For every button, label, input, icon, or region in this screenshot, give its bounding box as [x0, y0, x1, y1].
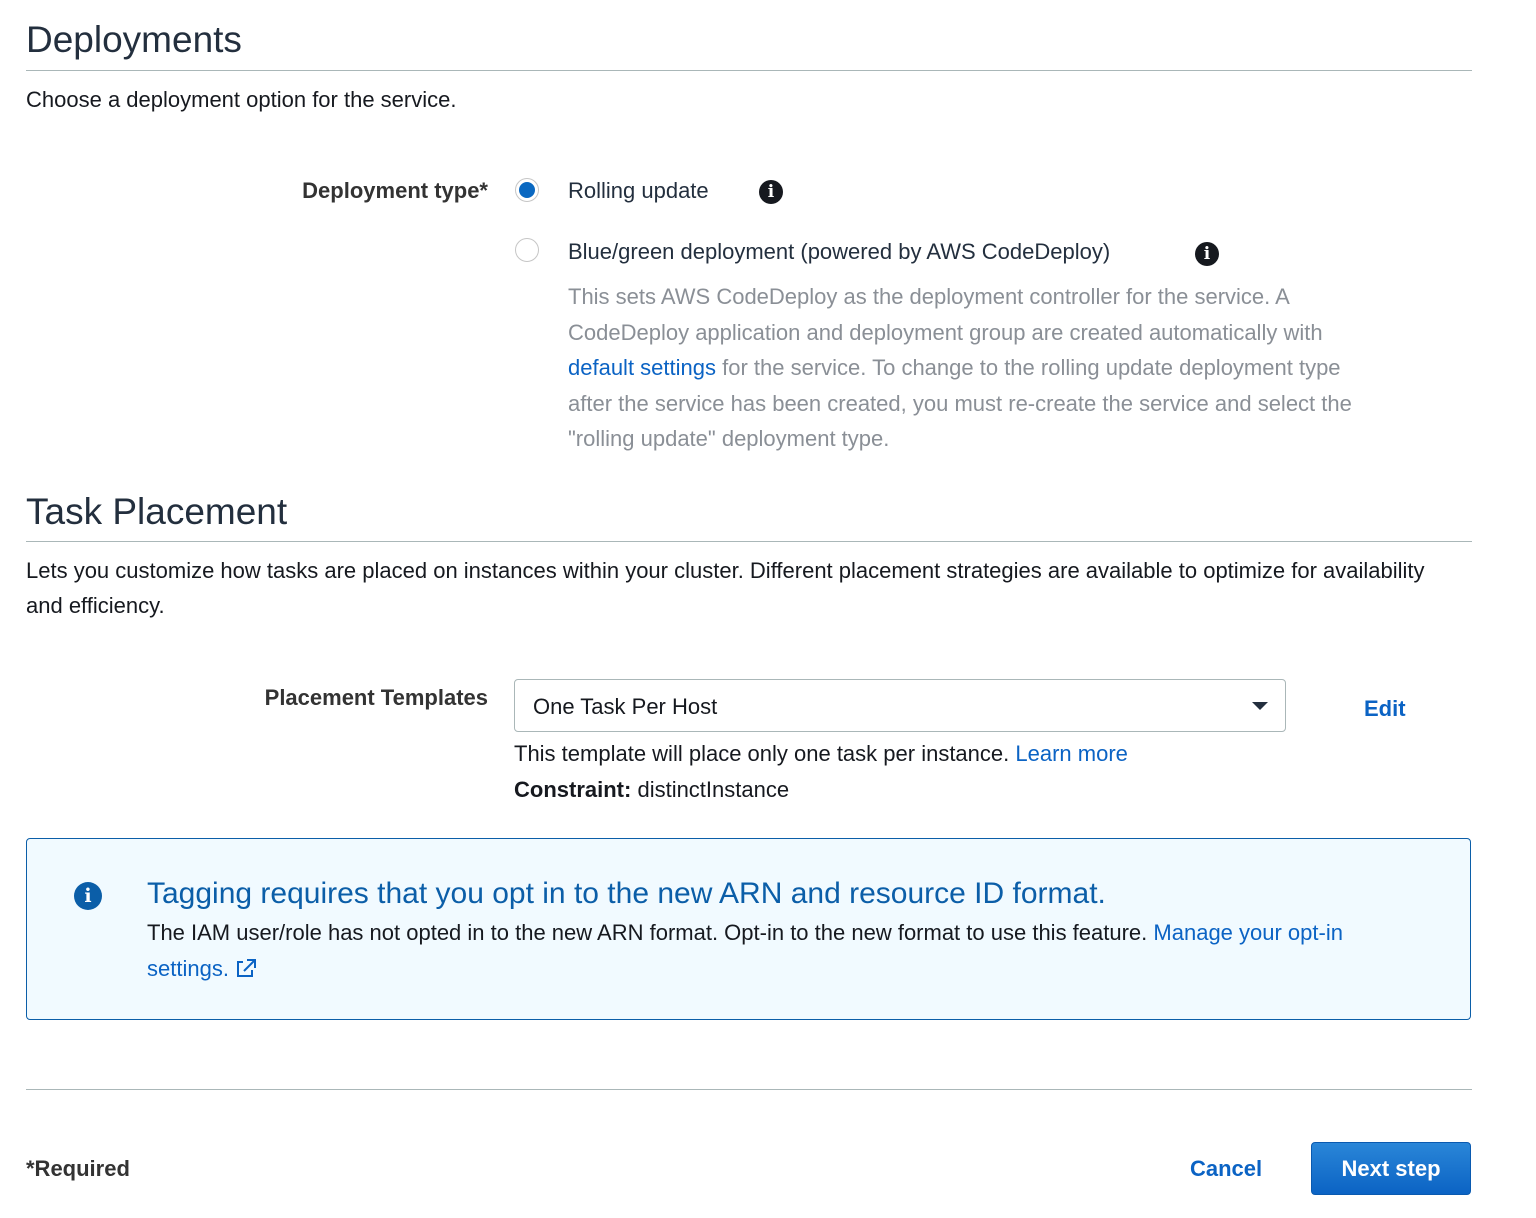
deployments-divider [26, 70, 1472, 71]
constraint-label: Constraint: [514, 777, 632, 802]
edit-placement-link[interactable]: Edit [1364, 696, 1406, 722]
task-placement-description: Lets you customize how tasks are placed … [26, 558, 1425, 618]
cancel-button[interactable]: Cancel [1190, 1156, 1262, 1182]
external-link-icon[interactable] [235, 958, 257, 978]
info-alert-body: The IAM user/role has not opted in to th… [147, 915, 1417, 987]
blue-green-radio[interactable] [515, 238, 539, 262]
constraint-line: Constraint: distinctInstance [514, 777, 789, 803]
deployments-heading: Deployments [26, 19, 242, 60]
task-placement-divider [26, 541, 1472, 542]
deployments-description: Choose a deployment option for the servi… [26, 87, 457, 112]
placement-template-select[interactable]: One Task Per Host [514, 679, 1286, 732]
blue-green-info-icon[interactable]: i [1195, 242, 1219, 266]
footer-divider [26, 1089, 1472, 1090]
template-help-text: This template will place only one task p… [514, 741, 1128, 767]
tagging-info-alert: i Tagging requires that you opt in to th… [26, 838, 1471, 1020]
rolling-update-info-icon[interactable]: i [759, 180, 783, 204]
rolling-update-label[interactable]: Rolling update [568, 178, 709, 204]
default-settings-link[interactable]: default settings [568, 355, 716, 380]
task-placement-heading: Task Placement [26, 491, 288, 532]
blue-green-help-text: This sets AWS CodeDeploy as the deployme… [568, 279, 1388, 457]
placement-templates-label: Placement Templates [264, 685, 488, 710]
constraint-value: distinctInstance [637, 777, 790, 802]
required-note: *Required [26, 1156, 130, 1181]
next-step-button[interactable]: Next step [1311, 1142, 1471, 1195]
info-alert-title: Tagging requires that you opt in to the … [147, 877, 1106, 910]
info-alert-message: The IAM user/role has not opted in to th… [147, 920, 1148, 945]
deployment-type-label: Deployment type* [302, 178, 488, 203]
info-icon: i [74, 882, 102, 910]
blue-green-label[interactable]: Blue/green deployment (powered by AWS Co… [568, 239, 1110, 265]
template-help-description: This template will place only one task p… [514, 741, 1010, 766]
rolling-update-radio[interactable] [515, 178, 539, 202]
placement-template-value: One Task Per Host [533, 694, 718, 719]
learn-more-link[interactable]: Learn more [1015, 741, 1128, 766]
help-text-before: This sets AWS CodeDeploy as the deployme… [568, 284, 1323, 345]
chevron-down-icon [1252, 702, 1268, 710]
